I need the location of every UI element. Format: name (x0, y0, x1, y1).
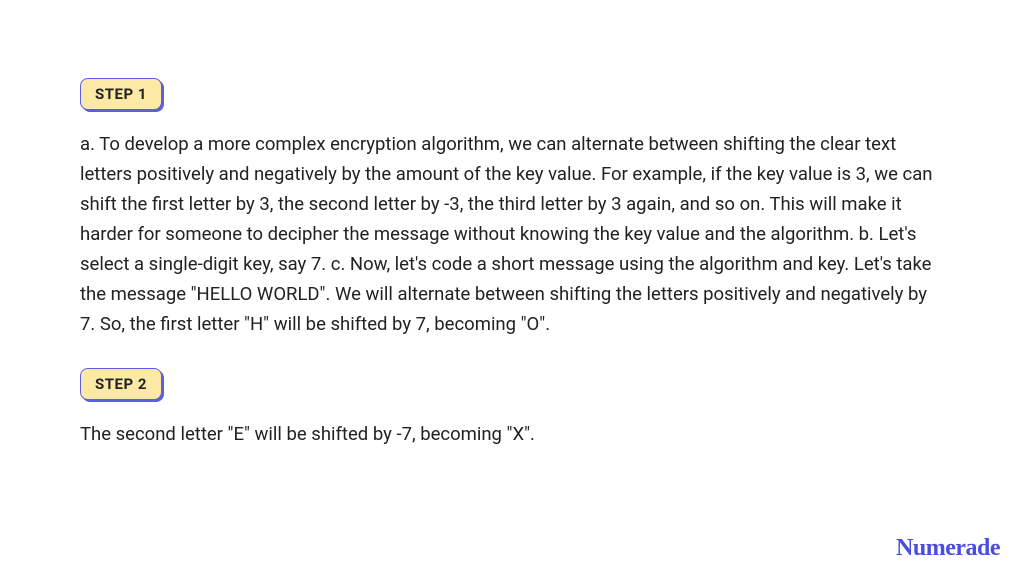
step-label-1: STEP 1 (80, 78, 162, 110)
step-block-1: STEP 1 a. To develop a more complex encr… (80, 78, 944, 340)
step-label-2: STEP 2 (80, 368, 162, 400)
step-text-2: The second letter "E" will be shifted by… (80, 420, 944, 450)
document-page: STEP 1 a. To develop a more complex encr… (0, 0, 1024, 576)
step-text-1: a. To develop a more complex encryption … (80, 130, 944, 340)
step-block-2: STEP 2 The second letter "E" will be shi… (80, 368, 944, 450)
brand-logo-text: Numerade (896, 535, 1000, 562)
brand-logo: Numerade (896, 535, 1000, 562)
